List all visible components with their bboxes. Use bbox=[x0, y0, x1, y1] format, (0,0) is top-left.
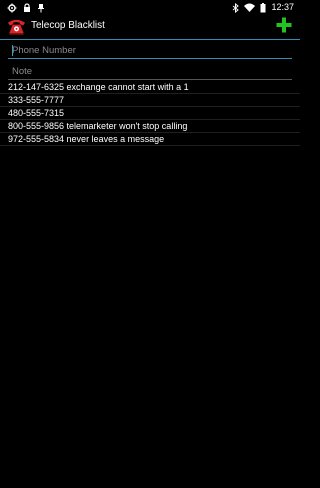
settings-icon bbox=[7, 3, 17, 12]
status-right-icons: 12:37 bbox=[232, 2, 294, 13]
list-item[interactable]: 480-555-7315 bbox=[0, 107, 300, 120]
blacklist: 212-147-6325 exchange cannot start with … bbox=[0, 81, 300, 146]
app-title: Telecop Blacklist bbox=[31, 20, 105, 31]
plus-icon bbox=[276, 17, 292, 33]
status-time: 12:37 bbox=[271, 2, 294, 12]
battery-icon bbox=[260, 2, 266, 12]
note-underline bbox=[8, 79, 292, 80]
text-cursor bbox=[12, 45, 13, 56]
screen: 12:37 Telecop Blacklist 212-147-6325 exc… bbox=[0, 0, 300, 488]
phone-number-underline bbox=[8, 58, 292, 59]
pin-icon bbox=[38, 3, 44, 12]
action-bar-divider bbox=[0, 39, 300, 40]
list-item[interactable]: 333-555-7777 bbox=[0, 94, 300, 107]
status-left-icons bbox=[7, 2, 45, 13]
wifi-icon bbox=[244, 3, 256, 12]
status-bar: 12:37 bbox=[0, 0, 300, 15]
list-item[interactable]: 212-147-6325 exchange cannot start with … bbox=[0, 81, 300, 94]
list-item[interactable]: 800-555-9856 telemarketer won't stop cal… bbox=[0, 120, 300, 133]
note-input[interactable] bbox=[8, 63, 296, 80]
bluetooth-icon bbox=[233, 2, 240, 13]
add-button[interactable] bbox=[276, 17, 292, 33]
lock-icon bbox=[24, 2, 30, 12]
list-item[interactable]: 972-555-5834 never leaves a message bbox=[0, 133, 300, 146]
red-telephone-icon bbox=[7, 19, 26, 35]
action-bar: Telecop Blacklist bbox=[0, 15, 300, 39]
phone-number-input[interactable] bbox=[8, 42, 296, 59]
